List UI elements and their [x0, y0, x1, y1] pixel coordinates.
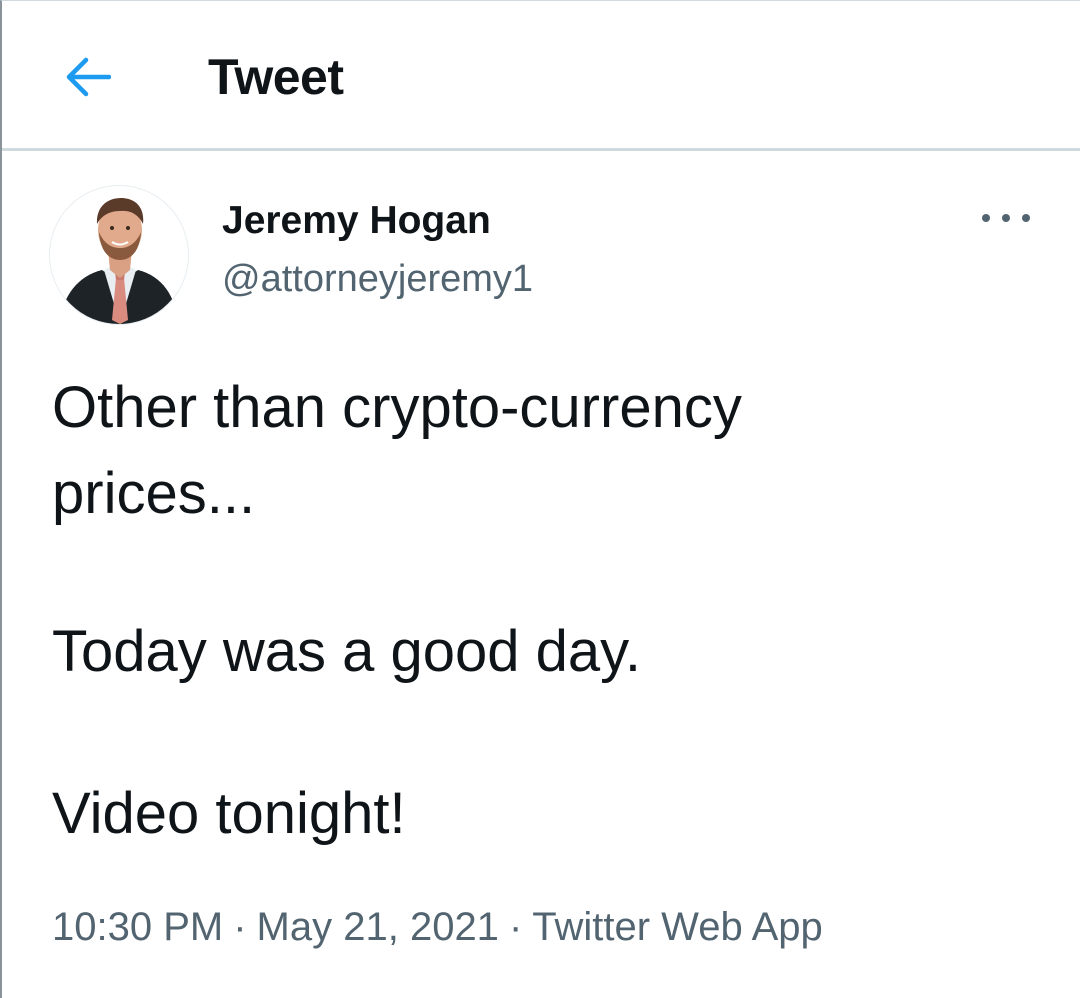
tweet-metadata: 10:30 PM · May 21, 2021 · Twitter Web App	[52, 901, 823, 953]
tweet-text-line: Video tonight!	[52, 781, 406, 846]
separator: ·	[508, 905, 523, 949]
profile-photo-icon	[50, 186, 188, 324]
separator: ·	[233, 905, 247, 949]
tweet-date[interactable]: May 21, 2021	[257, 905, 499, 949]
author-handle[interactable]: @attorneyjeremy1	[222, 256, 533, 302]
arrow-left-icon	[66, 57, 111, 97]
more-options-button[interactable]	[982, 208, 1030, 228]
more-options-icon	[1002, 214, 1010, 222]
tweet-header: Tweet	[2, 1, 1080, 151]
more-options-icon	[982, 214, 990, 222]
tweet-text-line: prices...	[52, 461, 256, 526]
back-button[interactable]	[60, 51, 116, 103]
tweet-text-line: Today was a good day.	[52, 619, 641, 684]
tweet-source[interactable]: Twitter Web App	[532, 905, 823, 949]
tweet-time[interactable]: 10:30 PM	[52, 905, 223, 949]
more-options-icon	[1022, 214, 1030, 222]
page-title: Tweet	[208, 49, 344, 105]
tweet-author: Jeremy Hogan @attorneyjeremy1	[50, 186, 1030, 331]
tweet-text-line: Other than crypto-currency	[52, 375, 742, 440]
avatar[interactable]	[50, 186, 188, 324]
author-display-name[interactable]: Jeremy Hogan	[222, 198, 491, 244]
